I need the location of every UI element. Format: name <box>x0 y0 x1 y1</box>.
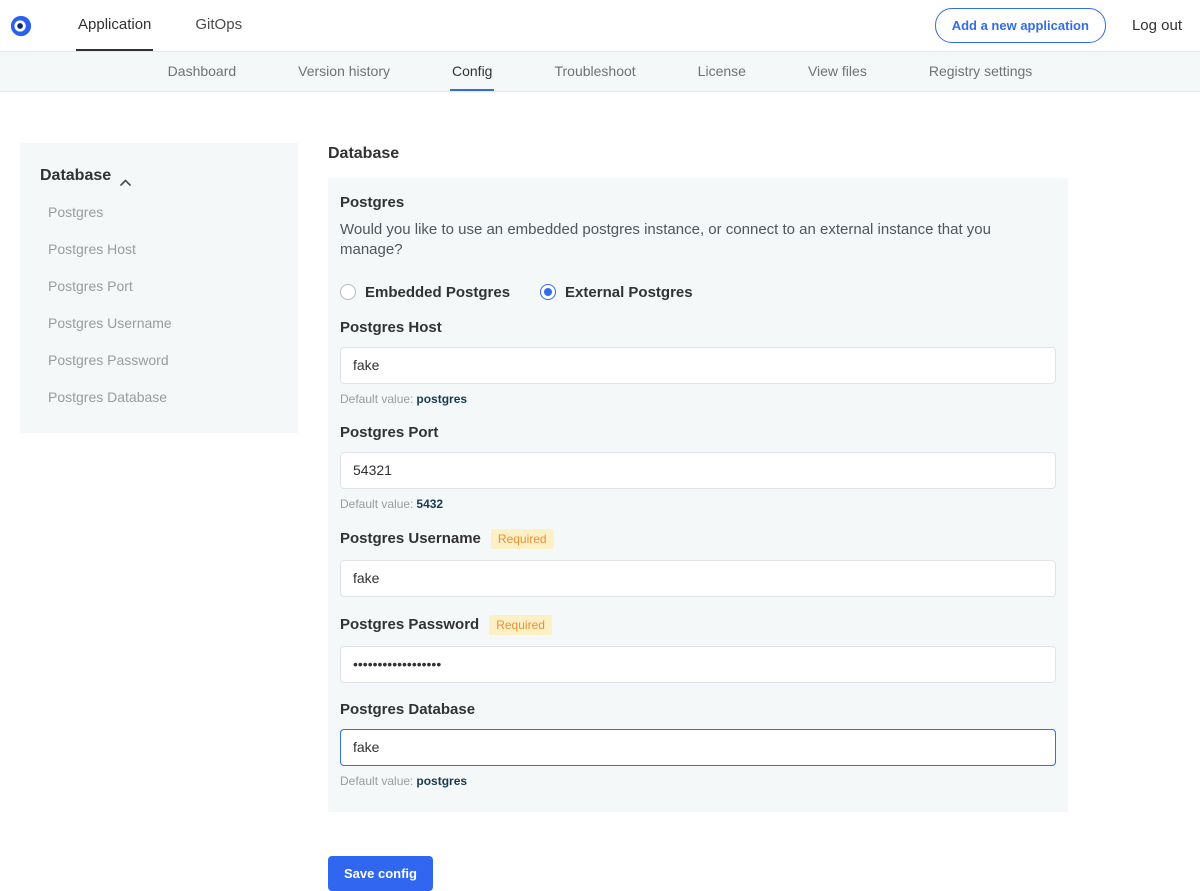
config-page: Database Postgres Postgres Host Postgres… <box>0 92 1200 891</box>
field-postgres-host: Postgres Host Default value:postgres <box>340 319 1056 406</box>
tab-label: Troubleshoot <box>554 63 635 79</box>
tab-license[interactable]: License <box>696 52 748 91</box>
sidebar-item-postgres-username[interactable]: Postgres Username <box>48 315 282 331</box>
sidebar-group-database[interactable]: Database <box>40 167 282 185</box>
log-out-link[interactable]: Log out <box>1132 17 1182 34</box>
tab-version-history[interactable]: Version history <box>296 52 392 91</box>
config-main: Database Postgres Would you like to use … <box>328 143 1068 891</box>
tab-config[interactable]: Config <box>450 52 494 91</box>
radio-external-postgres[interactable]: External Postgres <box>540 284 693 301</box>
postgres-host-input[interactable] <box>340 347 1056 384</box>
required-badge: Required <box>491 529 554 549</box>
top-bar: Application GitOps Add a new application… <box>0 0 1200 52</box>
field-postgres-username: Postgres Username Required <box>340 529 1056 597</box>
tab-dashboard[interactable]: Dashboard <box>166 52 239 91</box>
database-config-card: Postgres Would you like to use an embedd… <box>328 178 1068 812</box>
radio-label: Embedded Postgres <box>365 284 510 301</box>
postgres-username-input[interactable] <box>340 560 1056 597</box>
default-value-hint: Default value:postgres <box>340 392 1056 406</box>
add-new-application-button[interactable]: Add a new application <box>935 8 1106 43</box>
top-bar-right: Add a new application Log out <box>935 0 1182 51</box>
postgres-database-input[interactable] <box>340 729 1056 766</box>
radio-label: External Postgres <box>565 284 693 301</box>
field-postgres-database: Postgres Database Default value:postgres <box>340 701 1056 788</box>
default-value-hint: Default value:5432 <box>340 497 1056 511</box>
tab-label: Version history <box>298 63 390 79</box>
radio-embedded-postgres[interactable]: Embedded Postgres <box>340 284 510 301</box>
sidebar-item-postgres-host[interactable]: Postgres Host <box>48 241 282 257</box>
section-title: Database <box>328 145 1068 163</box>
postgres-help-text: Would you like to use an embedded postgr… <box>340 220 1056 261</box>
sidebar-item-postgres-port[interactable]: Postgres Port <box>48 278 282 294</box>
config-sidebar: Database Postgres Postgres Host Postgres… <box>20 143 298 433</box>
group-label-postgres: Postgres <box>340 194 1056 211</box>
radio-button-icon <box>540 284 556 300</box>
sidebar-item-list: Postgres Postgres Host Postgres Port Pos… <box>48 204 282 405</box>
field-label: Postgres Host <box>340 319 442 336</box>
field-postgres-port: Postgres Port Default value:5432 <box>340 424 1056 511</box>
tab-label: View files <box>808 63 867 79</box>
postgres-port-input[interactable] <box>340 452 1056 489</box>
default-value-prefix: Default value: <box>340 392 413 406</box>
app-logo-icon <box>10 15 32 37</box>
tab-label: Config <box>452 63 492 79</box>
tab-registry-settings[interactable]: Registry settings <box>927 52 1034 91</box>
tab-label: License <box>698 63 746 79</box>
top-tab-label: GitOps <box>195 16 242 33</box>
app-sub-nav: Dashboard Version history Config Trouble… <box>0 52 1200 92</box>
default-value-text: postgres <box>416 774 467 788</box>
field-label: Postgres Port <box>340 424 438 441</box>
tab-label: Dashboard <box>168 63 237 79</box>
top-tab-application[interactable]: Application <box>76 0 153 51</box>
postgres-mode-radio-group: Embedded Postgres External Postgres <box>340 284 1056 301</box>
default-value-prefix: Default value: <box>340 774 413 788</box>
tab-troubleshoot[interactable]: Troubleshoot <box>552 52 637 91</box>
field-label: Postgres Password <box>340 616 479 633</box>
required-badge: Required <box>489 615 552 635</box>
save-config-button[interactable]: Save config <box>328 856 433 891</box>
postgres-password-input[interactable] <box>340 646 1056 683</box>
field-label: Postgres Username <box>340 530 481 547</box>
chevron-up-icon <box>120 173 131 180</box>
field-label: Postgres Database <box>340 701 475 718</box>
tab-view-files[interactable]: View files <box>806 52 869 91</box>
default-value-text: postgres <box>416 392 467 406</box>
top-nav: Application GitOps <box>76 0 244 51</box>
radio-button-icon <box>340 284 356 300</box>
sidebar-item-postgres-password[interactable]: Postgres Password <box>48 352 282 368</box>
field-postgres-password: Postgres Password Required <box>340 615 1056 683</box>
sidebar-item-postgres-database[interactable]: Postgres Database <box>48 389 282 405</box>
tab-label: Registry settings <box>929 63 1032 79</box>
sidebar-group-label: Database <box>40 167 111 185</box>
top-tab-gitops[interactable]: GitOps <box>193 0 244 51</box>
default-value-hint: Default value:postgres <box>340 774 1056 788</box>
default-value-text: 5432 <box>416 497 443 511</box>
top-tab-label: Application <box>78 16 151 33</box>
default-value-prefix: Default value: <box>340 497 413 511</box>
sidebar-item-postgres[interactable]: Postgres <box>48 204 282 220</box>
